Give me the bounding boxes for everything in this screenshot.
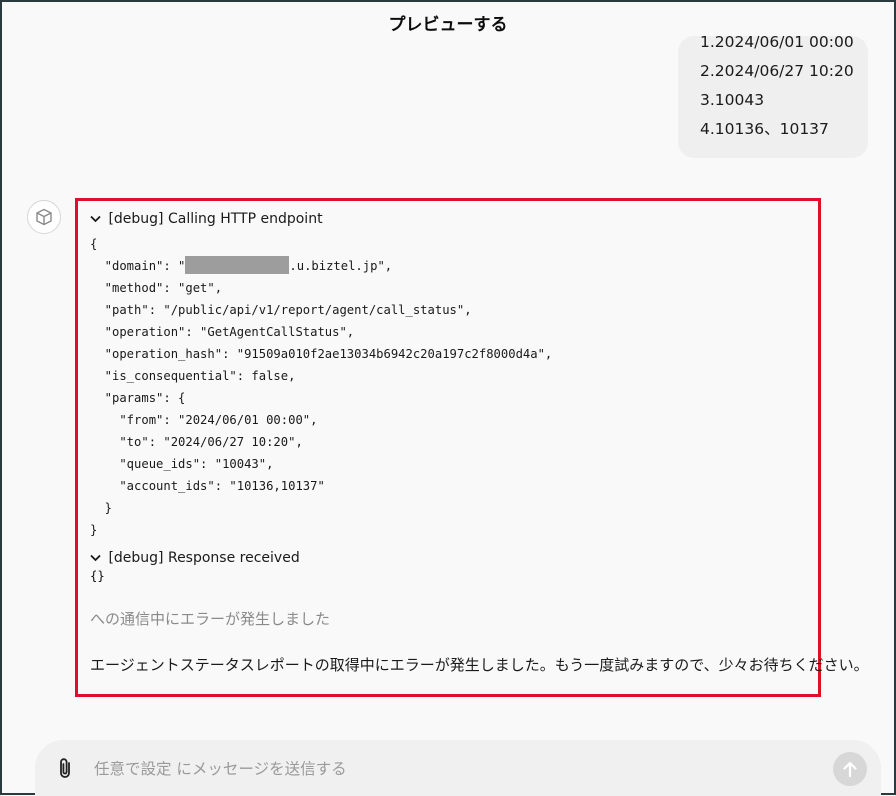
send-button[interactable] [833,752,867,786]
code-line: "is_consequential": false, [90,369,296,383]
debug-call-title: [debug] Calling HTTP endpoint [108,211,323,227]
message-composer [35,740,881,796]
code-line: { [90,237,98,251]
code-line-domain: "domain": " .u.biztel.jp", [90,255,552,277]
message-input[interactable] [92,755,816,783]
arrow-up-icon [843,761,857,778]
code-line: } [90,501,113,515]
code-line: "path": "/public/api/v1/report/agent/cal… [90,303,472,317]
debug-response-toggle[interactable]: [debug] Response received [90,550,300,566]
request-json: { "domain": " .u.biztel.jp", "method": "g… [90,233,552,541]
code-line: "operation": "GetAgentCallStatus", [90,325,355,339]
code-line: "from": "2024/06/01 00:00", [90,413,318,427]
redacted-block [185,256,290,274]
code-line: "method": "get", [90,281,223,295]
debug-call-toggle[interactable]: [debug] Calling HTTP endpoint [90,211,323,227]
debug-response-title: [debug] Response received [108,550,300,566]
code-line: "queue_ids": "10043", [90,457,274,471]
cube-icon [36,208,52,226]
code-line: "operation_hash": "91509a010f2ae13034b69… [90,347,553,361]
bot-avatar [27,200,61,234]
user-message-line: 4.10136、10137 [700,120,829,138]
code-line: "account_ids": "10136,10137" [90,479,325,493]
user-message-line: 1.2024/06/01 00:00 [700,36,854,51]
chevron-down-icon [90,551,104,566]
code-line: } [90,523,98,537]
user-message-line: 3.10043 [700,91,765,109]
user-message-line: 2.2024/06/27 10:20 [700,62,854,80]
paperclip-icon[interactable] [57,757,73,783]
response-json: {} [90,569,105,583]
debug-output-panel: [debug] Calling HTTP endpoint { "domain"… [75,198,869,697]
user-message-bubble: 1.2024/06/01 00:00 2.2024/06/27 10:20 3.… [678,36,868,158]
bot-message: エージェントステータスレポートの取得中にエラーが発生しました。もう一度試みますの… [90,656,869,674]
chevron-down-icon [90,212,104,227]
error-notice: への通信中にエラーが発生しました [90,610,331,628]
code-line: "params": { [90,391,186,405]
code-line: "to": "2024/06/27 10:20", [90,435,303,449]
